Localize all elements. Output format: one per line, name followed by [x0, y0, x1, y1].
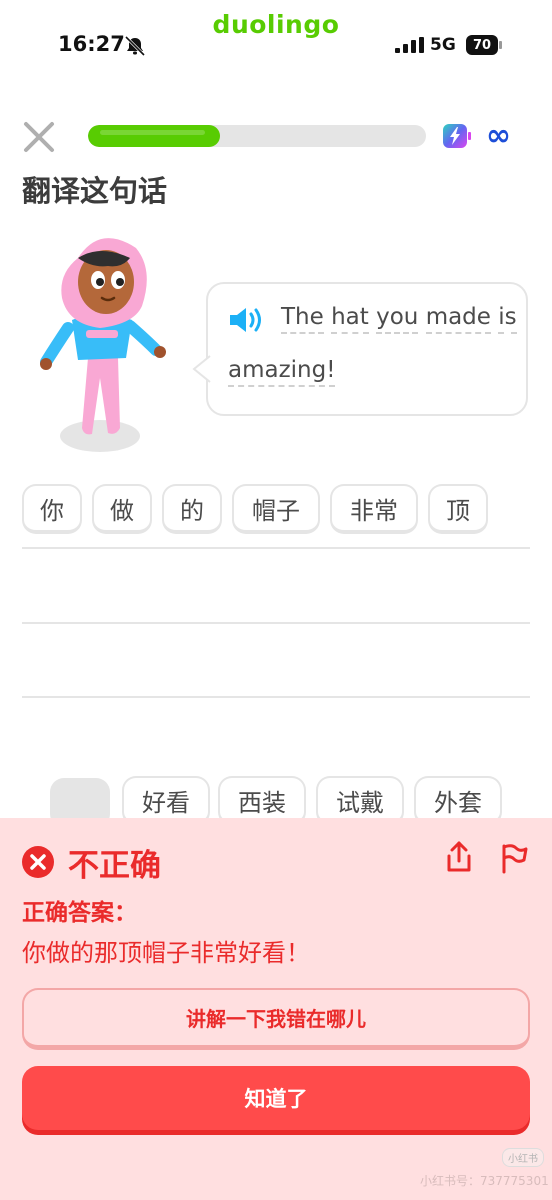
answer-tile[interactable]: 顶 [428, 484, 488, 534]
explain-mistake-button[interactable]: 讲解一下我错在哪儿 [22, 988, 530, 1050]
battery-level: 70 [466, 35, 498, 55]
speech-bubble [206, 282, 528, 416]
speaker-icon[interactable] [228, 305, 264, 335]
speech-bubble-tail [192, 355, 212, 383]
feedback-title: 不正确 [68, 848, 161, 884]
bell-muted-icon [124, 36, 146, 56]
energy-icon[interactable] [442, 123, 472, 149]
answer-tile[interactable]: 的 [162, 484, 222, 534]
network-type: 5G [430, 35, 456, 55]
infinity-energy: ∞ [486, 118, 511, 153]
answer-tile[interactable]: 你 [22, 484, 82, 534]
sentence-word[interactable]: hat [331, 304, 369, 334]
watermark-badge: 小红书 [502, 1148, 544, 1167]
sentence-line-1: The hat you made is [281, 304, 517, 334]
answer-tile[interactable]: 做 [92, 484, 152, 534]
answer-line [22, 696, 530, 698]
lesson-progress-bar [88, 125, 426, 147]
sentence-word[interactable]: amazing! [228, 357, 336, 387]
answer-line [22, 547, 530, 549]
battery-icon: 70 [466, 35, 502, 55]
sentence-line-2: amazing! [228, 357, 336, 387]
got-it-button[interactable]: 知道了 [22, 1066, 530, 1130]
error-x-icon [22, 846, 54, 878]
exercise-instruction: 翻译这句话 [22, 174, 168, 208]
share-icon[interactable] [444, 840, 474, 874]
sentence-word[interactable]: made [425, 304, 491, 334]
status-time: 16:27 [58, 32, 125, 56]
watermark-text: 小红书号：737775301 [420, 1174, 549, 1188]
answer-tile[interactable]: 帽子 [232, 484, 320, 534]
correct-answer-label: 正确答案： [22, 900, 137, 926]
report-flag-icon[interactable] [500, 842, 528, 874]
character-illustration [40, 238, 166, 452]
sentence-word[interactable]: is [498, 304, 517, 334]
sentence-word[interactable]: The [281, 304, 324, 334]
correct-answer-text: 你做的那顶帽子非常好看！ [22, 939, 310, 967]
close-icon[interactable] [22, 120, 56, 154]
answer-tile[interactable]: 非常 [330, 484, 418, 534]
signal-icon [395, 37, 424, 53]
answer-line [22, 622, 530, 624]
sentence-word[interactable]: you [376, 304, 419, 334]
progress-highlight [100, 130, 205, 135]
progress-fill [88, 125, 220, 147]
